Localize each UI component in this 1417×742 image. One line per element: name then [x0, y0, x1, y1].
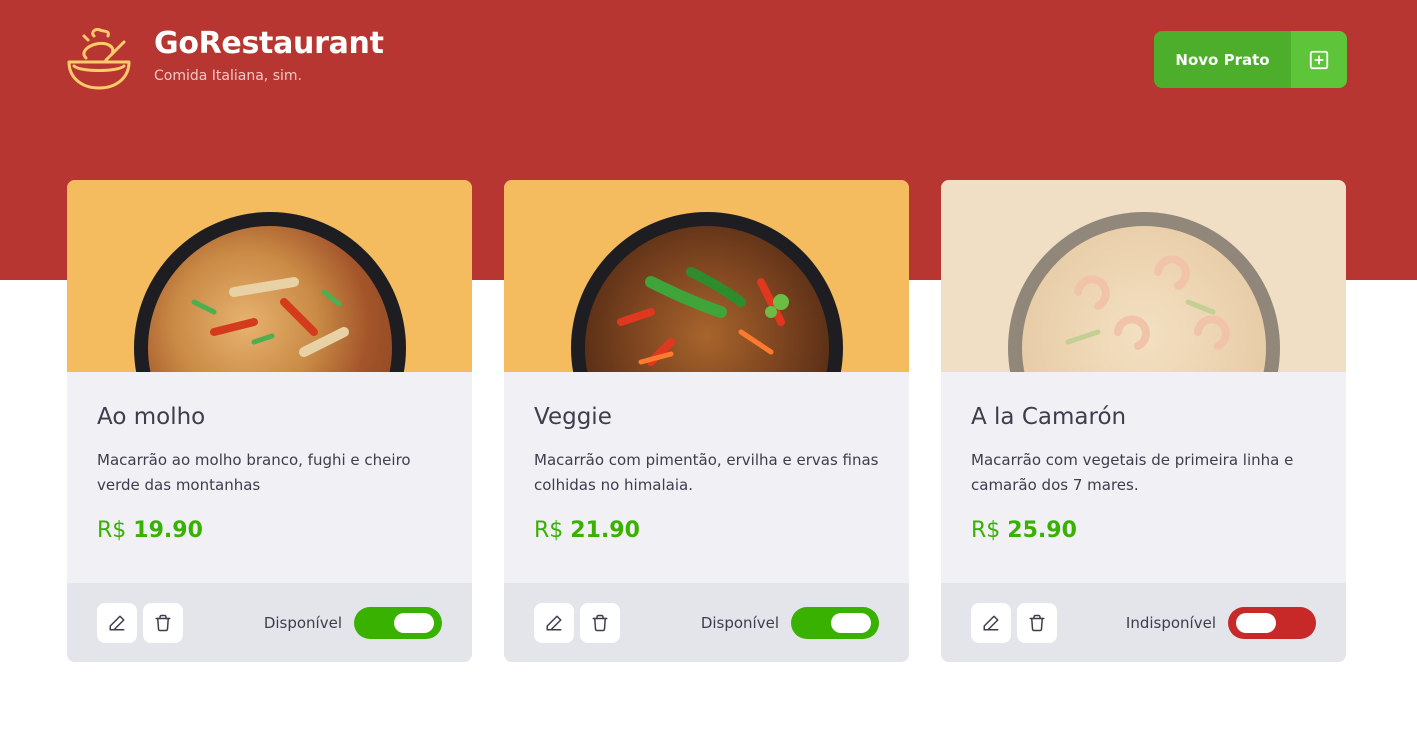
availability-label: Indisponível [1125, 613, 1216, 632]
availability-toggle[interactable] [1228, 606, 1316, 639]
price-amount: 21.90 [570, 518, 640, 543]
food-name: Ao molho [97, 404, 206, 430]
price-amount: 25.90 [1007, 518, 1077, 543]
plus-square-icon [1291, 31, 1347, 88]
delete-button[interactable] [1017, 602, 1057, 643]
food-card-footer: Disponível [504, 583, 909, 662]
food-image [67, 180, 472, 372]
price-currency: R$ [534, 518, 564, 543]
delete-button[interactable] [143, 602, 183, 643]
food-description: Macarrão ao molho branco, fughi e cheiro… [97, 451, 411, 494]
app-subtitle: Comida Italiana, sim. [154, 68, 302, 84]
edit-icon [983, 615, 999, 630]
food-plate-image [571, 212, 843, 372]
trash-icon [1029, 614, 1045, 631]
toggle-knob [394, 612, 434, 633]
edit-icon [109, 615, 125, 630]
availability: Disponível [263, 606, 442, 639]
food-price: R$ 21.90 [534, 516, 879, 546]
food-card-footer: Disponível [67, 583, 472, 662]
app-title: GoRestaurant [154, 26, 384, 61]
food-price: R$ 19.90 [97, 516, 442, 546]
food-plate-image [1008, 212, 1280, 372]
food-price: R$ 25.90 [971, 516, 1316, 546]
availability-toggle[interactable] [354, 606, 442, 639]
price-currency: R$ [97, 518, 127, 543]
food-name: Veggie [534, 404, 612, 430]
food-description: Macarrão com pimentão, ervilha e ervas f… [534, 451, 879, 494]
availability-label: Disponível [263, 613, 342, 632]
food-description: Macarrão com vegetais de primeira linha … [971, 451, 1294, 494]
price-currency: R$ [971, 518, 1001, 543]
edit-button[interactable] [534, 602, 574, 643]
food-card: A la Camarón Macarrão com vegetais de pr… [941, 180, 1346, 662]
food-list: Ao molho Macarrão ao molho branco, fughi… [67, 180, 1346, 662]
food-card-footer: Indisponível [941, 583, 1346, 662]
trash-icon [592, 614, 608, 631]
edit-button[interactable] [97, 602, 137, 643]
new-dish-button[interactable]: Novo Prato [1154, 31, 1347, 88]
food-name: A la Camarón [971, 404, 1127, 430]
food-plate-image [134, 212, 406, 372]
toggle-knob [1236, 612, 1276, 633]
price-amount: 19.90 [133, 518, 203, 543]
food-image [504, 180, 909, 372]
availability-toggle[interactable] [791, 606, 879, 639]
toggle-knob [831, 612, 871, 633]
brand: GoRestaurant Comida Italiana, sim. [66, 26, 384, 92]
bowl-icon [67, 28, 131, 90]
availability: Disponível [700, 606, 879, 639]
edit-icon [546, 615, 562, 630]
food-card: Veggie Macarrão com pimentão, ervilha e … [504, 180, 909, 662]
food-image [941, 180, 1346, 372]
trash-icon [155, 614, 171, 631]
delete-button[interactable] [580, 602, 620, 643]
availability-label: Disponível [700, 613, 779, 632]
new-dish-button-label: Novo Prato [1154, 31, 1291, 88]
availability: Indisponível [1125, 606, 1316, 639]
food-card: Ao molho Macarrão ao molho branco, fughi… [67, 180, 472, 662]
edit-button[interactable] [971, 602, 1011, 643]
